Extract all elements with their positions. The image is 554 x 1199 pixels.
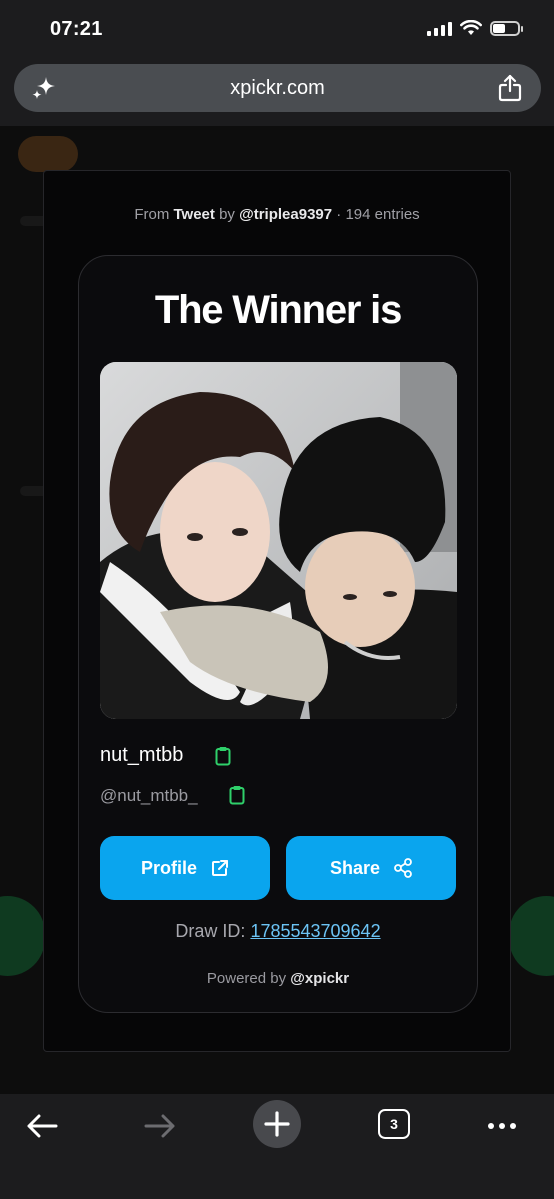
browser-toolbar: 3 bbox=[0, 1094, 554, 1199]
source-type: Tweet bbox=[173, 206, 215, 223]
winner-title: The Winner is bbox=[154, 288, 402, 332]
url-bar[interactable]: xpickr.com bbox=[14, 64, 541, 112]
winner-handle: @nut_mtbb_ bbox=[100, 786, 198, 805]
copy-handle-icon[interactable] bbox=[229, 785, 245, 805]
winner-modal: From Tweet by @triplea9397 · 194 entries… bbox=[43, 170, 511, 1052]
powered-by-brand[interactable]: @xpickr bbox=[290, 970, 349, 987]
draw-id: Draw ID: 1785543709642 bbox=[79, 921, 477, 942]
browser-chrome: xpickr.com bbox=[0, 58, 554, 126]
winner-photo bbox=[100, 362, 457, 719]
background-button-right bbox=[509, 896, 554, 976]
status-icons bbox=[427, 20, 523, 36]
share-nodes-icon bbox=[394, 858, 412, 878]
profile-button[interactable]: Profile bbox=[100, 836, 270, 900]
share-button-label: Share bbox=[329, 857, 381, 878]
new-tab-button[interactable] bbox=[253, 1100, 301, 1148]
source-user[interactable]: @triplea9397 bbox=[239, 206, 332, 223]
background-button-left bbox=[0, 896, 45, 976]
copy-name-icon[interactable] bbox=[215, 746, 231, 766]
back-button[interactable] bbox=[22, 1102, 62, 1150]
background-badge bbox=[18, 136, 78, 172]
wifi-icon bbox=[460, 20, 482, 35]
share-icon[interactable] bbox=[497, 74, 523, 102]
more-button[interactable] bbox=[482, 1102, 522, 1150]
back-arrow-icon bbox=[27, 1114, 58, 1138]
profile-button-label: Profile bbox=[140, 857, 197, 878]
winner-card: The Winner is nut_mtbb @nut_mtbb_ Profil… bbox=[78, 255, 478, 1013]
external-link-icon bbox=[212, 860, 228, 876]
powered-by: Powered by @xpickr bbox=[206, 970, 350, 987]
entries-count: · 194 entries bbox=[336, 206, 420, 223]
tabs-button[interactable]: 3 bbox=[378, 1109, 410, 1139]
status-time: 07:21 bbox=[50, 18, 103, 40]
forward-button[interactable] bbox=[140, 1102, 180, 1150]
plus-icon bbox=[264, 1111, 290, 1137]
share-button[interactable]: Share bbox=[286, 836, 456, 900]
draw-id-link[interactable]: 1785543709642 bbox=[250, 921, 380, 941]
signal-icon bbox=[427, 20, 452, 36]
winner-name: nut_mtbb bbox=[100, 744, 184, 766]
forward-arrow-icon bbox=[144, 1114, 175, 1138]
draw-id-label: Draw ID: bbox=[175, 921, 246, 941]
sparkle-icon[interactable] bbox=[30, 74, 58, 102]
status-bar: 07:21 bbox=[0, 0, 554, 58]
source-line: From Tweet by @triplea9397 · 194 entries bbox=[134, 206, 420, 223]
more-dots-icon bbox=[488, 1123, 516, 1129]
battery-icon bbox=[490, 20, 523, 36]
url-text[interactable]: xpickr.com bbox=[230, 77, 324, 100]
